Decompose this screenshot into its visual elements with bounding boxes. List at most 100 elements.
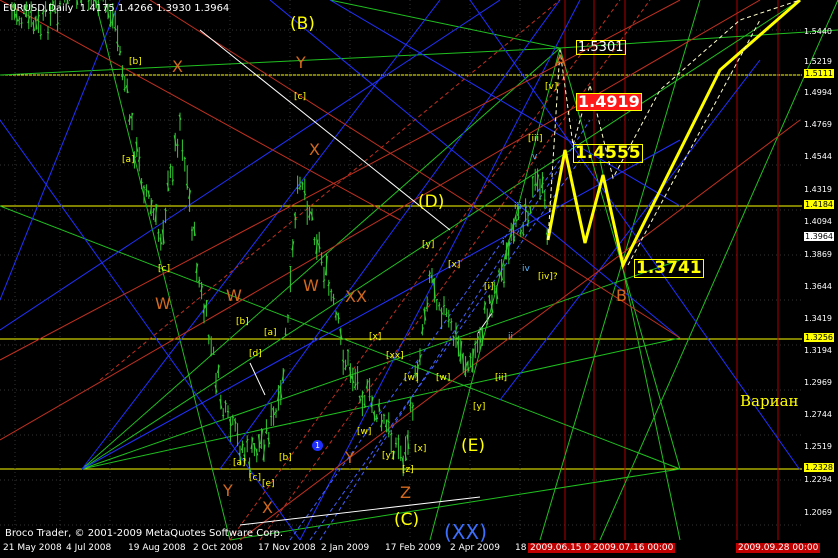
sub-label: [iii] [528, 134, 543, 144]
blue-dash-line [319, 119, 591, 541]
wave-XX: XX [345, 287, 367, 306]
circle-count: ii [508, 332, 514, 342]
sub-label: [y] [382, 451, 395, 461]
sub-label: [ii] [495, 373, 508, 383]
candle [399, 456, 402, 459]
candle [394, 442, 398, 445]
sub-label: [d] [249, 349, 262, 359]
x-tick: 2 Jan 2009 [321, 543, 370, 553]
wave-label-D: (D) [418, 192, 445, 212]
sub-label: [b] [279, 453, 292, 463]
y-tick: 1.2519 [804, 442, 832, 451]
candle [142, 186, 146, 189]
candle [389, 432, 393, 436]
price-plot[interactable] [0, 0, 838, 558]
x-tick: 17 Nov 2008 [258, 543, 316, 553]
candle [452, 335, 455, 339]
y-tick: 1.3644 [804, 282, 832, 291]
y-tick: 1.4769 [804, 120, 832, 129]
wave-A: A [555, 51, 566, 70]
candle [301, 182, 304, 185]
wave-label-XX: (XX) [444, 520, 488, 544]
y-tick: 1.3419 [804, 314, 832, 323]
candle [320, 261, 323, 264]
candle [157, 231, 160, 234]
sub-label: [i] [484, 282, 494, 292]
price-badge: 1.2328 [804, 463, 834, 472]
sub-label: [w] [357, 427, 372, 437]
candle [284, 333, 287, 336]
blue-line [81, 139, 681, 470]
red-line [0, 0, 401, 221]
analysis-lines [0, 0, 838, 541]
candle [171, 179, 175, 182]
sub-label: [iv]? [538, 272, 558, 282]
wave-W-1: W [155, 294, 171, 313]
y-tick: 1.3194 [804, 346, 832, 355]
fan-line [329, 0, 561, 49]
y-tick: 1.2744 [804, 410, 832, 419]
copyright: Broco Trader, © 2001-2009 MetaQuotes Sof… [5, 528, 283, 539]
x-tick: 18 [515, 543, 527, 553]
red-dash-line [259, 0, 651, 541]
sub-label: [b] [129, 57, 142, 67]
sub-label: [e] [262, 479, 275, 489]
candle [197, 279, 201, 283]
y-tick: 1.5440 [804, 27, 832, 36]
candle [442, 305, 446, 307]
fan-line [81, 337, 681, 470]
x-tick: 4 Jul 2008 [66, 543, 112, 553]
price-badge: 1.5111 [804, 69, 834, 78]
x-tick: 21 May 2008 [3, 543, 62, 553]
sub-label: [z] [402, 465, 414, 475]
circle-count: v [532, 152, 538, 162]
fan-line [0, 47, 561, 76]
candle [449, 321, 453, 324]
sub-label: [c] [294, 92, 306, 102]
candle [533, 183, 537, 186]
y-tick: 1.2969 [804, 378, 832, 387]
y-tick: 1.2069 [804, 508, 832, 517]
fan-line [81, 47, 561, 470]
sub-label: [x] [414, 444, 427, 454]
chart-header: EURUSD,Daily 1.4175 1.4266 1.3930 1.3964 [3, 3, 229, 14]
y-tick: 1.2294 [804, 475, 832, 484]
time-axis[interactable]: 21 May 2008 4 Jul 2008 19 Aug 2008 2 Oct 20… [0, 540, 838, 558]
candle [538, 197, 542, 200]
sub-label: [c] [249, 473, 261, 483]
price-label-4: 1.3741 [634, 258, 704, 278]
blue-line [299, 0, 581, 541]
circle-count: i [502, 238, 505, 248]
wave-X-3: X [262, 498, 273, 517]
x-tick: 19 Aug 2008 [128, 543, 186, 553]
blue-count-1: 1 [312, 440, 323, 451]
circle-count: iv [522, 264, 530, 274]
candle [39, 33, 43, 37]
candle [502, 281, 506, 284]
price-badge: 1.3964 [804, 232, 834, 241]
x-tick-marker: 2009.07.16 00:00 [591, 543, 676, 553]
candle [485, 322, 489, 325]
y-tick: 1.4544 [804, 152, 832, 161]
candle [183, 157, 186, 160]
candle [437, 304, 441, 307]
sub-label: [a] [122, 155, 135, 165]
candle [20, 22, 23, 25]
price-badge: 1.3256 [804, 333, 834, 342]
wave-label-B: (B) [290, 14, 315, 34]
candle [382, 414, 386, 416]
price-label-1: 1.5301 [576, 40, 626, 55]
x-tick: 2 Apr 2009 [450, 543, 500, 553]
fan-line [81, 0, 801, 470]
candle [531, 175, 535, 179]
candle [329, 290, 333, 293]
chart-window[interactable]: EURUSD,Daily 1.4175 1.4266 1.3930 1.3964… [0, 0, 838, 558]
candle [387, 420, 391, 423]
sub-label: [w] [436, 373, 451, 383]
y-tick: 1.5219 [804, 57, 832, 66]
symbol-label: EURUSD,Daily [3, 3, 74, 14]
candle [145, 188, 148, 192]
wave-label-E: (E) [461, 436, 486, 456]
sub-label: [v] [545, 82, 558, 92]
price-axis[interactable]: 1.5440 1.5219 1.4994 1.4769 1.4544 1.4319 1.40… [802, 0, 838, 540]
